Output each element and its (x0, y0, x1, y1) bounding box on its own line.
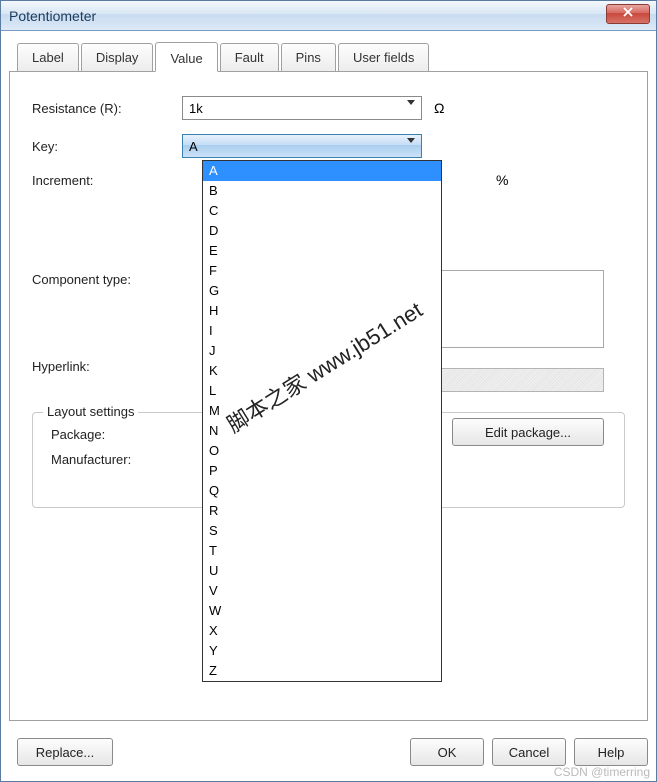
key-option[interactable]: V (203, 581, 441, 601)
component-type-label: Component type: (32, 272, 182, 287)
csdn-watermark: CSDN @timerring (554, 765, 650, 779)
dialog-button-bar: Replace... OK Cancel Help (9, 735, 648, 769)
key-value: A (189, 139, 198, 154)
key-option[interactable]: W (203, 601, 441, 621)
tab-strip: Label Display Value Fault Pins User fiel… (17, 41, 648, 70)
close-button[interactable] (606, 4, 650, 24)
resistance-value: 1k (189, 101, 203, 116)
hyperlink-label: Hyperlink: (32, 359, 182, 374)
key-option[interactable]: O (203, 441, 441, 461)
layout-settings-legend: Layout settings (43, 404, 138, 419)
manufacturer-label: Manufacturer: (51, 452, 181, 467)
key-option[interactable]: H (203, 301, 441, 321)
key-option[interactable]: S (203, 521, 441, 541)
package-label: Package: (51, 427, 181, 442)
dialog-window: Potentiometer Label Display Value Fault … (0, 0, 657, 782)
key-option[interactable]: R (203, 501, 441, 521)
tab-fault[interactable]: Fault (220, 43, 279, 72)
key-option[interactable]: I (203, 321, 441, 341)
help-button[interactable]: Help (574, 738, 648, 766)
ok-button[interactable]: OK (410, 738, 484, 766)
close-icon (623, 5, 633, 20)
increment-label: Increment: (32, 173, 182, 188)
tab-user-fields[interactable]: User fields (338, 43, 429, 72)
row-resistance: Resistance (R): 1k Ω (32, 96, 625, 120)
key-option[interactable]: T (203, 541, 441, 561)
key-option[interactable]: P (203, 461, 441, 481)
key-option[interactable]: K (203, 361, 441, 381)
key-option[interactable]: M (203, 401, 441, 421)
key-option[interactable]: A (203, 161, 441, 181)
key-label: Key: (32, 139, 182, 154)
key-option[interactable]: L (203, 381, 441, 401)
key-option[interactable]: D (203, 221, 441, 241)
key-option[interactable]: G (203, 281, 441, 301)
tabpanel-value: Resistance (R): 1k Ω Key: A Increment: % (9, 71, 648, 721)
key-option[interactable]: N (203, 421, 441, 441)
key-option[interactable]: F (203, 261, 441, 281)
key-option[interactable]: U (203, 561, 441, 581)
resistance-combo[interactable]: 1k (182, 96, 422, 120)
tab-label[interactable]: Label (17, 43, 79, 72)
key-option[interactable]: C (203, 201, 441, 221)
key-dropdown-list[interactable]: ABCDEFGHIJKLMNOPQRSTUVWXYZ (202, 160, 442, 682)
key-option[interactable]: X (203, 621, 441, 641)
tab-pins[interactable]: Pins (281, 43, 336, 72)
resistance-label: Resistance (R): (32, 101, 182, 116)
key-option[interactable]: E (203, 241, 441, 261)
tab-display[interactable]: Display (81, 43, 154, 72)
increment-unit: % (496, 172, 508, 188)
key-option[interactable]: B (203, 181, 441, 201)
key-option[interactable]: Y (203, 641, 441, 661)
edit-package-button[interactable]: Edit package... (452, 418, 604, 446)
chevron-down-icon (407, 105, 415, 120)
replace-button[interactable]: Replace... (17, 738, 113, 766)
titlebar: Potentiometer (1, 1, 656, 31)
key-option[interactable]: Q (203, 481, 441, 501)
window-title: Potentiometer (9, 8, 96, 24)
resistance-unit: Ω (434, 100, 444, 116)
content-area: Label Display Value Fault Pins User fiel… (9, 41, 648, 721)
row-key: Key: A (32, 134, 625, 158)
chevron-down-icon (407, 143, 415, 158)
tab-value[interactable]: Value (155, 42, 217, 72)
key-combo[interactable]: A (182, 134, 422, 158)
cancel-button[interactable]: Cancel (492, 738, 566, 766)
key-option[interactable]: J (203, 341, 441, 361)
key-option[interactable]: Z (203, 661, 441, 681)
